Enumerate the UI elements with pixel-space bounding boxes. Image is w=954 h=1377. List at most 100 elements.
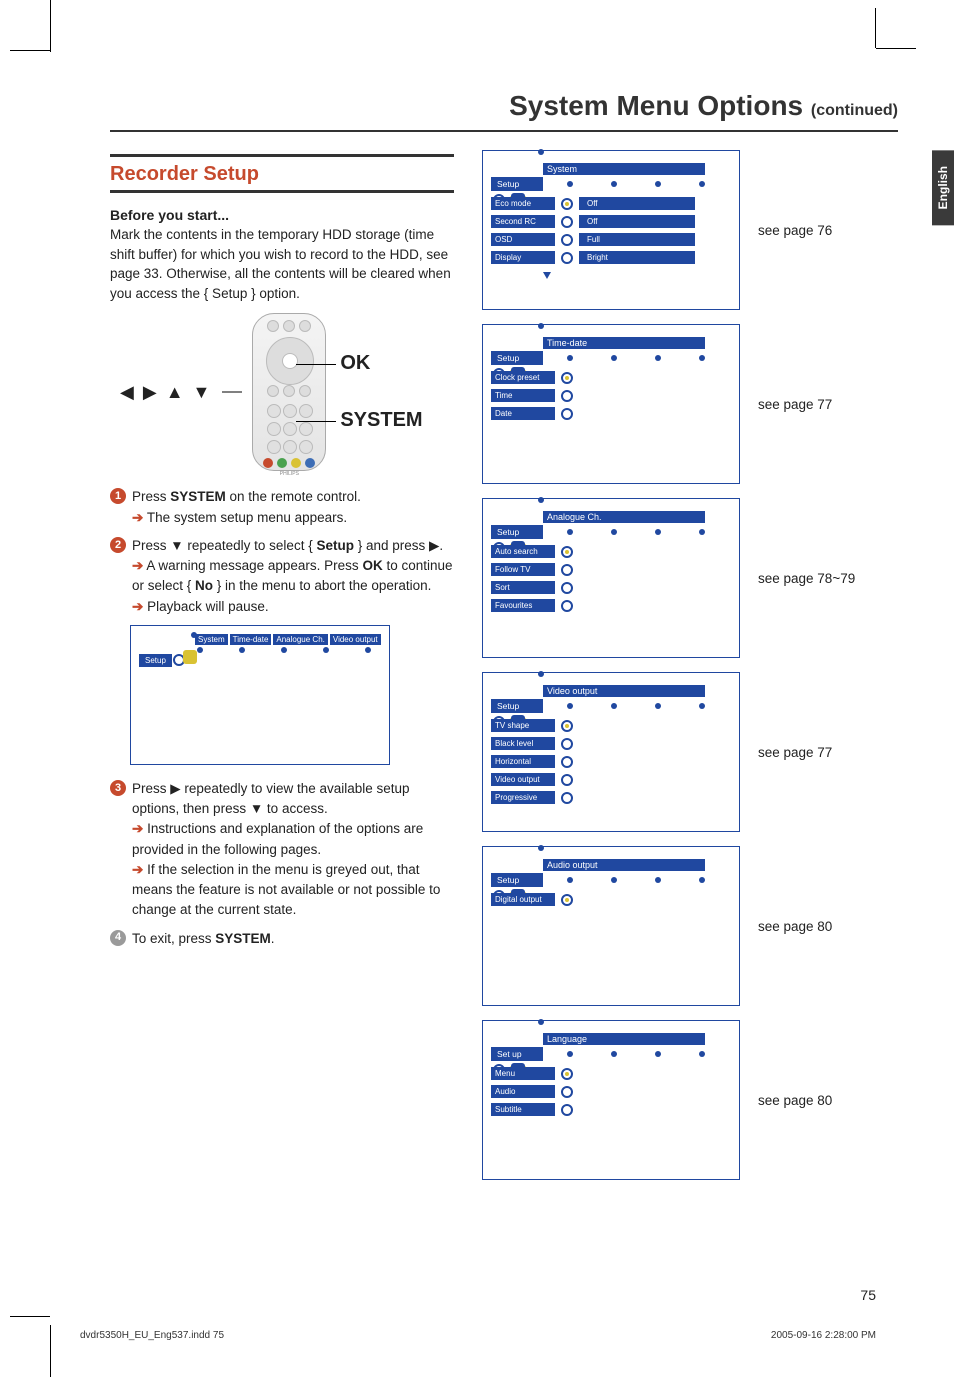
radio-icon: [561, 792, 573, 804]
menu-card-title: Time-date: [543, 337, 705, 349]
menu-item: Time: [491, 389, 573, 402]
radio-icon: [561, 738, 573, 750]
page-reference: see page 80: [758, 1093, 832, 1108]
radio-icon: [561, 234, 573, 246]
step-1-bold: SYSTEM: [170, 489, 226, 504]
language-tab: English: [932, 150, 954, 225]
page-reference: see page 77: [758, 745, 832, 760]
left-column: Recorder Setup Before you start... Mark …: [110, 150, 454, 1194]
menu-item-label: Eco mode: [491, 197, 555, 210]
crop-mark: [10, 50, 50, 51]
page-number: 75: [860, 1287, 876, 1303]
home-icon: [183, 650, 197, 664]
page-reference: see page 76: [758, 223, 832, 238]
section-title: Recorder Setup: [110, 154, 454, 193]
menu-item-label: Video output: [491, 773, 555, 786]
step-3-res2: If the selection in the menu is greyed o…: [132, 862, 440, 918]
result-arrow-icon: ➔: [132, 862, 143, 877]
menu-card: Video outputSetupTV shapeBlack levelHori…: [482, 672, 740, 832]
menu-item-label: Second RC: [491, 215, 555, 228]
content-columns: Recorder Setup Before you start... Mark …: [110, 150, 898, 1194]
menu-card-items: Eco modeOffSecond RCOffOSDFullDisplayBri…: [491, 197, 695, 264]
menu-item-label: Menu: [491, 1067, 555, 1080]
page-title-main: System Menu Options: [509, 90, 803, 121]
crop-mark: [50, 1325, 51, 1377]
nav-arrows-icon: ◀ ▶ ▲ ▼: [120, 382, 212, 403]
menu-card: LanguageSet upMenuAudioSubtitle: [482, 1020, 740, 1180]
radio-icon: [561, 720, 573, 732]
page: System Menu Options (continued) Recorder…: [0, 0, 954, 1377]
menu-item-label: Digital output: [491, 893, 555, 906]
radio-icon: [561, 1104, 573, 1116]
page-reference: see page 80: [758, 919, 832, 934]
radio-icon: [561, 216, 573, 228]
menu-card-row: Audio outputSetupDigital output see page …: [482, 846, 898, 1006]
menu-item: OSD Full: [491, 233, 695, 246]
result-arrow-icon: ➔: [132, 599, 143, 614]
result-arrow-icon: ➔: [132, 558, 143, 573]
footer-timestamp: 2005-09-16 2:28:00 PM: [771, 1330, 876, 1341]
radio-icon: [561, 372, 573, 384]
menu-item-label: Auto search: [491, 545, 555, 558]
before-you-start-body: Mark the contents in the temporary HDD s…: [110, 225, 454, 303]
system-label: SYSTEM: [340, 409, 422, 432]
menu-card-row: SystemSetupEco modeOffSecond RCOffOSDFul…: [482, 150, 898, 310]
step-4-text-a: To exit, press: [132, 931, 215, 946]
radio-icon: [561, 756, 573, 768]
radio-icon: [561, 390, 573, 402]
step-number-icon: 4: [110, 930, 126, 946]
menu-item: TV shape: [491, 719, 573, 732]
radio-icon: [561, 564, 573, 576]
menu-item: Digital output: [491, 893, 573, 906]
mini-tab: Time-date: [230, 634, 272, 645]
step-2-bold: Setup: [316, 538, 354, 553]
radio-icon: [561, 774, 573, 786]
menu-card-row: LanguageSet upMenuAudioSubtitlesee page …: [482, 1020, 898, 1180]
menu-item-label: Audio: [491, 1085, 555, 1098]
result-arrow-icon: ➔: [132, 821, 143, 836]
step-2-res2: Playback will pause.: [143, 599, 268, 614]
step-4-bold: SYSTEM: [215, 931, 271, 946]
menu-card-title: Video output: [543, 685, 705, 697]
menu-item: Favourites: [491, 599, 573, 612]
menu-item-label: Horizontal: [491, 755, 555, 768]
step-number-icon: 1: [110, 488, 126, 504]
radio-icon: [561, 198, 573, 210]
step-3-res1: Instructions and explanation of the opti…: [132, 821, 423, 856]
menu-item-value: Full: [579, 233, 695, 246]
menu-item: Date: [491, 407, 573, 420]
radio-icon: [561, 1086, 573, 1098]
menu-item-label: Clock preset: [491, 371, 555, 384]
menu-item-value: Off: [579, 197, 695, 210]
mini-tab: System: [195, 634, 228, 645]
step-2-res1-a: A warning message appears. Press: [143, 558, 362, 573]
step-2-text-b: } and press ▶.: [354, 538, 443, 553]
menu-card-items: TV shapeBlack levelHorizontalVideo outpu…: [491, 719, 573, 804]
menu-item-label: Time: [491, 389, 555, 402]
mini-sidebar: Setup: [139, 654, 172, 667]
page-reference: see page 77: [758, 397, 832, 412]
menu-item: Menu: [491, 1067, 573, 1080]
step-4-text-b: .: [271, 931, 275, 946]
step-2-res1-c: } in the menu to abort the operation.: [213, 578, 431, 593]
menu-item: Audio: [491, 1085, 573, 1098]
page-title-continued: (continued): [811, 102, 898, 119]
menu-card: Analogue Ch.SetupAuto searchFollow TVSor…: [482, 498, 740, 658]
menu-card-items: Auto searchFollow TVSortFavourites: [491, 545, 573, 612]
radio-icon: [561, 408, 573, 420]
radio-icon: [561, 600, 573, 612]
menu-card: Audio outputSetupDigital output: [482, 846, 740, 1006]
step-2-res1-no: No: [195, 578, 213, 593]
menu-item: Second RCOff: [491, 215, 695, 228]
step-number-icon: 3: [110, 780, 126, 796]
page-reference: see page 78~79: [758, 571, 855, 586]
page-title: System Menu Options (continued): [110, 90, 898, 132]
menu-card-row: Video outputSetupTV shapeBlack levelHori…: [482, 672, 898, 832]
menu-item-value: Bright: [579, 251, 695, 264]
callout-line: [222, 388, 242, 396]
menu-item-label: Sort: [491, 581, 555, 594]
menu-item-label: OSD: [491, 233, 555, 246]
menu-item: Video output: [491, 773, 573, 786]
step-2-res1-ok: OK: [362, 558, 382, 573]
menu-card: Time-dateSetupClock presetTimeDate: [482, 324, 740, 484]
